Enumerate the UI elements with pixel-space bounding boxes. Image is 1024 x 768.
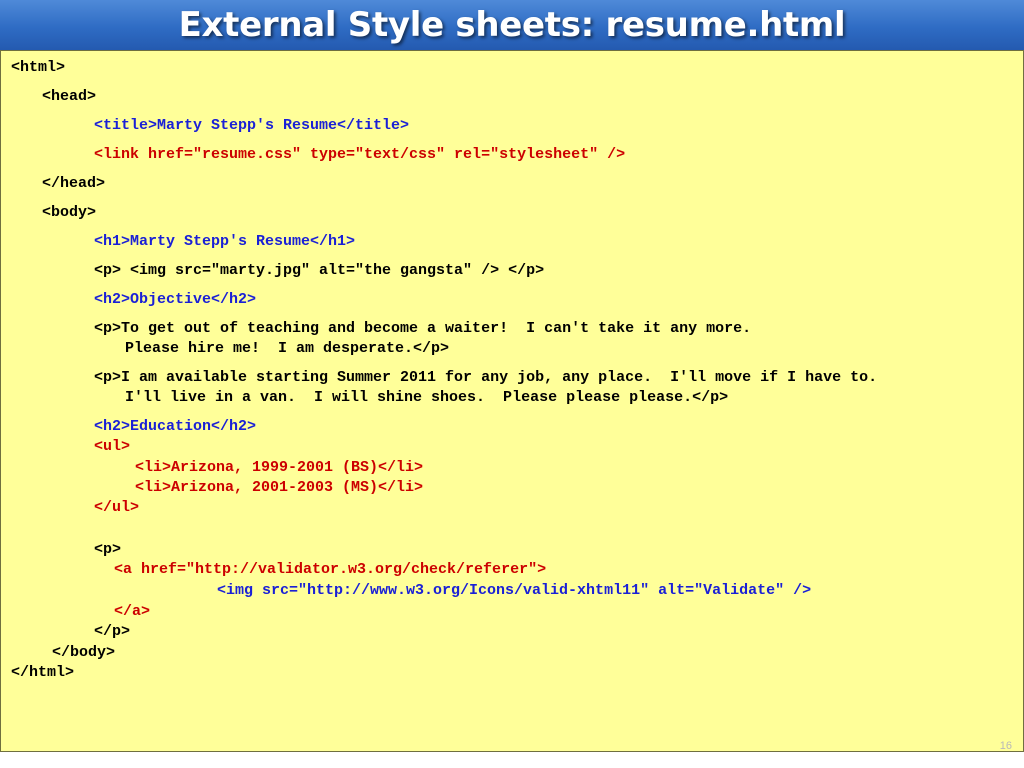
code-line-a-open: <a href="http://validator.w3.org/check/r… bbox=[114, 561, 547, 578]
page-number: 16 bbox=[999, 740, 1012, 752]
code-line-li-2: <li>Arizona, 2001-2003 (MS)</li> bbox=[135, 479, 424, 496]
code-line-html-open: <html> bbox=[11, 59, 66, 76]
code-line-ul-open: <ul> bbox=[94, 438, 131, 455]
code-line-li-1: <li>Arizona, 1999-2001 (BS)</li> bbox=[135, 459, 424, 476]
code-line-objective-2: Please hire me! I am desperate.</p> bbox=[125, 340, 450, 357]
code-line-available-2: I'll live in a van. I will shine shoes. … bbox=[125, 389, 729, 406]
code-line-body-close: </body> bbox=[52, 644, 116, 661]
code-line-html-close: </html> bbox=[11, 664, 75, 681]
slide: External Style sheets: resume.html <html… bbox=[0, 0, 1024, 768]
code-line-link: <link href="resume.css" type="text/css" … bbox=[94, 146, 626, 163]
code-line-objective-1: <p>To get out of teaching and become a w… bbox=[94, 320, 752, 337]
code-line-img-paragraph: <p> <img src="marty.jpg" alt="the gangst… bbox=[94, 262, 545, 279]
code-line-title: <title>Marty Stepp's Resume</title> bbox=[94, 117, 410, 134]
code-line-p-close: </p> bbox=[94, 623, 131, 640]
code-panel: <html> <head> <title>Marty Stepp's Resum… bbox=[0, 50, 1024, 752]
code-line-h1: <h1>Marty Stepp's Resume</h1> bbox=[94, 233, 356, 250]
code-line-body-open: <body> bbox=[42, 204, 97, 221]
code-line-img-validate: <img src="http://www.w3.org/Icons/valid-… bbox=[217, 582, 812, 599]
code-line-p-open: <p> bbox=[94, 541, 122, 558]
code-line-ul-close: </ul> bbox=[94, 499, 140, 516]
title-bar: External Style sheets: resume.html bbox=[0, 0, 1024, 51]
code-line-available-1: <p>I am available starting Summer 2011 f… bbox=[94, 369, 878, 386]
code-line-h2-education: <h2>Education</h2> bbox=[94, 418, 257, 435]
code-line-head-close: </head> bbox=[42, 175, 106, 192]
code-line-a-close: </a> bbox=[114, 603, 151, 620]
slide-title: External Style sheets: resume.html bbox=[178, 5, 846, 45]
code-line-head-open: <head> bbox=[42, 88, 97, 105]
code-line-h2-objective: <h2>Objective</h2> bbox=[94, 291, 257, 308]
